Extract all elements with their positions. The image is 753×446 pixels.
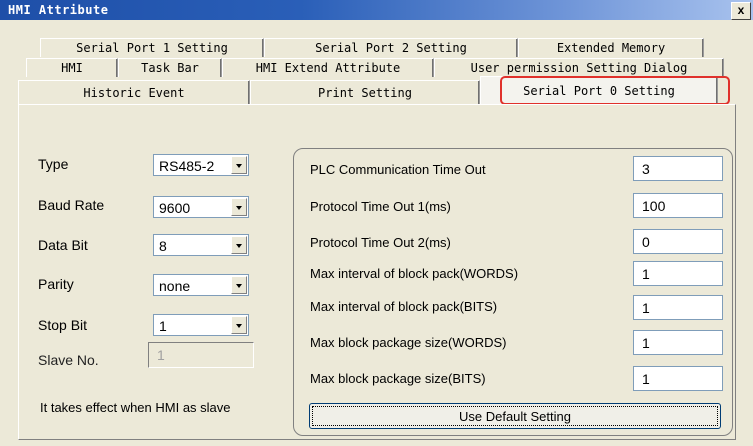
chevron-down-icon[interactable]: [231, 316, 247, 334]
tab-serial-port-2[interactable]: Serial Port 2 Setting: [264, 38, 518, 57]
tab-row-3: Historic Event Print Setting Serial Port…: [18, 76, 718, 104]
close-button[interactable]: x: [731, 2, 751, 20]
baud-rate-select[interactable]: 9600: [153, 196, 249, 218]
parity-select[interactable]: none: [153, 274, 249, 296]
window-title: HMI Attribute: [8, 3, 109, 17]
param-value: 3: [642, 161, 650, 177]
type-select[interactable]: RS485-2: [153, 154, 249, 176]
tab-serial-port-0[interactable]: Serial Port 0 Setting: [480, 76, 718, 104]
type-value: RS485-2: [159, 158, 215, 174]
baud-rate-value: 9600: [159, 200, 191, 216]
slave-note: It takes effect when HMI as slave: [40, 400, 231, 415]
type-label: Type: [38, 156, 69, 172]
param-label-plc-timeout: PLC Communication Time Out: [310, 162, 486, 177]
param-label-protocol-timeout-1: Protocol Time Out 1(ms): [310, 199, 451, 214]
param-input-max-interval-words[interactable]: 1: [633, 261, 723, 286]
tab-historic-event[interactable]: Historic Event: [18, 80, 250, 104]
param-label-max-block-bits: Max block package size(BITS): [310, 371, 486, 386]
param-input-max-block-bits[interactable]: 1: [633, 366, 723, 391]
param-input-max-interval-bits[interactable]: 1: [633, 295, 723, 320]
param-value: 1: [642, 266, 650, 282]
data-bit-select[interactable]: 8: [153, 234, 249, 256]
param-label-max-block-words: Max block package size(WORDS): [310, 335, 507, 350]
use-default-setting-button[interactable]: Use Default Setting: [309, 403, 721, 429]
tab-hmi-extend-attribute[interactable]: HMI Extend Attribute: [222, 58, 434, 77]
tab-hmi[interactable]: HMI: [26, 58, 118, 77]
stop-bit-label: Stop Bit: [38, 317, 88, 333]
param-value: 0: [642, 234, 650, 250]
param-value: 1: [642, 335, 650, 351]
parity-value: none: [159, 278, 191, 294]
tab-task-bar[interactable]: Task Bar: [118, 58, 222, 77]
title-bar: HMI Attribute x: [0, 0, 753, 20]
param-input-protocol-timeout-1[interactable]: 100: [633, 193, 723, 218]
tab-print-setting[interactable]: Print Setting: [250, 80, 480, 104]
tab-user-permission[interactable]: User permission Setting Dialog: [434, 58, 724, 77]
param-label-max-interval-words: Max interval of block pack(WORDS): [310, 266, 519, 281]
slave-no-input: 1: [148, 342, 254, 368]
param-value: 1: [642, 300, 650, 316]
chevron-down-icon[interactable]: [231, 156, 247, 174]
tab-extended-memory[interactable]: Extended Memory: [518, 38, 704, 57]
protocol-group-box: [293, 148, 733, 436]
param-value: 1: [642, 371, 650, 387]
chevron-down-icon[interactable]: [231, 276, 247, 294]
param-input-max-block-words[interactable]: 1: [633, 330, 723, 355]
chevron-down-icon[interactable]: [231, 198, 247, 216]
slave-no-label: Slave No.: [38, 352, 99, 368]
use-default-setting-label: Use Default Setting: [458, 409, 571, 424]
slave-no-value: 1: [157, 347, 165, 363]
tab-row-1: Serial Port 1 Setting Serial Port 2 Sett…: [40, 38, 704, 58]
data-bit-label: Data Bit: [38, 237, 88, 253]
stop-bit-value: 1: [159, 318, 167, 334]
tab-serial-port-1[interactable]: Serial Port 1 Setting: [40, 38, 264, 57]
param-label-protocol-timeout-2: Protocol Time Out 2(ms): [310, 235, 451, 250]
param-input-protocol-timeout-2[interactable]: 0: [633, 229, 723, 254]
baud-rate-label: Baud Rate: [38, 197, 105, 213]
param-value: 100: [642, 198, 666, 214]
data-bit-value: 8: [159, 238, 167, 254]
chevron-down-icon[interactable]: [231, 236, 247, 254]
tab-row-2: HMI Task Bar HMI Extend Attribute User p…: [26, 58, 724, 78]
parity-label: Parity: [38, 276, 74, 292]
stop-bit-select[interactable]: 1: [153, 314, 249, 336]
param-label-max-interval-bits: Max interval of block pack(BITS): [310, 299, 498, 314]
param-input-plc-timeout[interactable]: 3: [633, 156, 723, 181]
